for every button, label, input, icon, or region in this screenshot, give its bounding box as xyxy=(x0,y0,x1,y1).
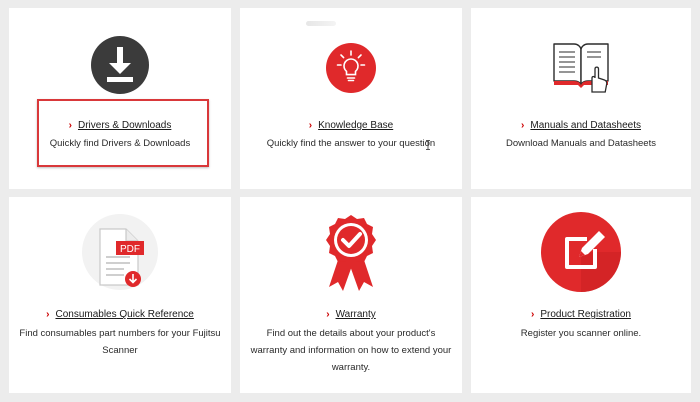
chevron-right-icon: › xyxy=(308,120,313,131)
warranty-link[interactable]: › Warranty xyxy=(240,309,462,320)
lightbulb-icon[interactable] xyxy=(321,34,381,96)
download-icon[interactable] xyxy=(90,34,150,96)
consumables-description: Find consumables part numbers for your F… xyxy=(19,328,221,356)
product-registration-description: Register you scanner online. xyxy=(520,328,642,339)
card-knowledge-base[interactable]: › Knowledge Base Quickly find the answer … xyxy=(240,8,462,189)
manual-book-icon[interactable] xyxy=(551,34,611,96)
card-consumables-quick-reference[interactable]: PDF › Consumables Quick Reference Find co… xyxy=(9,197,231,393)
manuals-datasheets-description: Download Manuals and Datasheets xyxy=(506,138,656,149)
warranty-badge-icon[interactable] xyxy=(311,207,391,293)
text-cursor-icon xyxy=(426,140,430,150)
card-product-registration[interactable]: › Product Registration Register you scann… xyxy=(471,197,691,393)
chevron-right-icon: › xyxy=(521,120,525,131)
chevron-right-icon: › xyxy=(326,309,330,320)
highlight-box xyxy=(37,99,209,167)
card-manuals-datasheets[interactable]: › Manuals and Datasheets Download Manuals… xyxy=(471,8,691,189)
pdf-document-icon[interactable]: PDF xyxy=(80,207,160,293)
chevron-right-icon: › xyxy=(46,309,50,320)
card-warranty[interactable]: › Warranty Find out the details about you… xyxy=(240,197,462,393)
warranty-description: Find out the details about your product'… xyxy=(250,328,452,373)
knowledge-base-link[interactable]: › Knowledge Base xyxy=(240,120,462,131)
manuals-datasheets-title[interactable]: Manuals and Datasheets xyxy=(530,120,641,131)
product-registration-icon[interactable] xyxy=(541,207,621,293)
manuals-datasheets-link[interactable]: › Manuals and Datasheets xyxy=(471,120,691,131)
warranty-title[interactable]: Warranty xyxy=(336,309,376,320)
knowledge-base-title[interactable]: Knowledge Base xyxy=(318,120,393,131)
product-registration-link[interactable]: › Product Registration xyxy=(471,309,691,320)
svg-text:PDF: PDF xyxy=(120,244,140,255)
product-registration-title[interactable]: Product Registration xyxy=(540,309,631,320)
consumables-link[interactable]: › Consumables Quick Reference xyxy=(9,309,231,320)
image-artifact xyxy=(306,21,336,26)
chevron-right-icon: › xyxy=(531,309,535,320)
knowledge-base-description: Quickly find the answer to your question xyxy=(266,138,436,149)
consumables-title[interactable]: Consumables Quick Reference xyxy=(55,309,193,320)
